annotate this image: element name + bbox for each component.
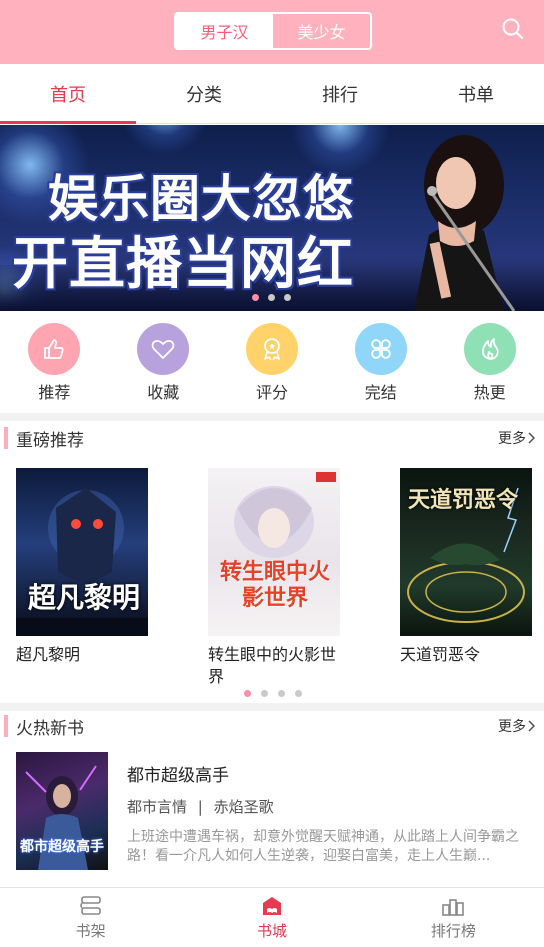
nav-bookstore[interactable]: 书城 [181,888,362,947]
book-cover: 天道罚恶令 [400,468,532,636]
singer-image [414,135,516,311]
nav-ranking[interactable]: 排行榜 [363,888,544,947]
clover-icon [354,323,407,375]
book-card[interactable]: 转生眼中火影世界 转生眼中的火影世界 [208,468,340,688]
book-card[interactable]: 超凡黎明 超凡黎明 [16,468,148,666]
bookstore-icon [262,896,281,915]
entry-label: 推荐 [38,383,71,402]
bottom-nav: 书架 书城 排行榜 [0,887,544,947]
featured-pager [244,690,302,697]
nav-bookshelf[interactable]: 书架 [0,888,181,947]
heart-icon [137,323,190,375]
cover-title: 天道罚恶令 [408,488,519,513]
banner-line-2: 开直播当网红 [12,232,354,297]
featured-section-header: 重磅推荐 更多 [0,421,544,455]
tab-ranking[interactable]: 排行 [272,64,408,123]
banner-dot-3[interactable] [284,294,291,301]
book-name: 超凡黎明 [16,645,81,664]
gender-segment: 男子汉 美少女 [174,12,372,50]
book-cover: 都市超级高手 [16,752,108,870]
tab-booklist[interactable]: 书单 [408,64,544,123]
thumbs-up-icon [28,323,81,375]
entry-finished[interactable]: 完结 [326,312,435,412]
segment-male[interactable]: 男子汉 [176,14,273,48]
chevron-right-icon [528,720,536,732]
book-name: 天道罚恶令 [400,645,481,664]
book-name: 转生眼中的火影世界 [208,645,337,686]
book-cover: 转生眼中火影世界 [208,468,340,636]
book-meta: 都市言情 | 赤焰圣歌 [127,796,274,817]
banner-dot-1[interactable] [252,294,259,301]
search-icon[interactable] [500,16,526,42]
book-cover: 超凡黎明 [16,468,148,636]
segment-female[interactable]: 美少女 [273,14,370,48]
hot-book-item[interactable]: 都市超级高手 都市超级高手 都市言情 | 赤焰圣歌 上班途中遭遇车祸，却意外觉醒… [0,752,544,882]
entry-label: 评分 [255,383,288,402]
book-author: 赤焰圣歌 [213,798,274,816]
hot-new-section-header: 火热新书 更多 [0,709,544,743]
section-title: 火热新书 [16,718,84,739]
chevron-right-icon [528,432,536,444]
banner-dot-2[interactable] [268,294,275,301]
top-header: 男子汉 美少女 [0,0,544,64]
quick-entries: 推荐 收藏 评分 完结 热更 [0,312,544,412]
entry-favorites[interactable]: 收藏 [109,312,218,412]
book-description: 上班途中遭遇车祸，却意外觉醒天赋神通，从此踏上人间争霸之路！看一介凡人如何人生逆… [127,829,519,864]
bookshelf-icon [79,895,101,915]
ranking-icon [442,898,465,916]
featured-dot-4[interactable] [295,690,302,697]
featured-books: 超凡黎明 超凡黎明 转生眼中火影世界 转生眼中的火影世界 天道罚恶令 天道罚恶令 [0,468,544,688]
cover-title: 都市超级高手 [20,839,104,855]
main-tabs: 首页 分类 排行 书单 [0,64,544,124]
banner-pager [252,294,291,301]
tab-category[interactable]: 分类 [136,64,272,123]
divider [0,413,544,421]
flame-icon [463,323,516,375]
book-card[interactable]: 天道罚恶令 天道罚恶令 [400,468,532,666]
entry-label: 收藏 [147,383,180,402]
featured-more-link[interactable]: 更多 [498,428,536,448]
promo-banner[interactable]: 娱乐圈大忽悠 开直播当网红 [0,125,544,311]
entry-recommend[interactable]: 推荐 [0,312,109,412]
book-category: 都市言情 [127,798,188,816]
featured-dot-1[interactable] [244,690,251,697]
entry-label: 完结 [364,383,397,402]
badge-icon [245,323,298,375]
section-title: 重磅推荐 [16,430,84,451]
tab-home[interactable]: 首页 [0,64,136,124]
featured-dot-3[interactable] [278,690,285,697]
cover-title: 转生眼中火影世界 [219,560,330,611]
cover-title: 超凡黎明 [28,581,141,614]
book-name: 都市超级高手 [127,766,229,786]
meta-separator: | [197,798,203,816]
hot-new-more-link[interactable]: 更多 [498,716,536,736]
featured-dot-2[interactable] [261,690,268,697]
entry-label: 热更 [473,383,506,402]
entry-rating[interactable]: 评分 [218,312,327,412]
entry-hot-update[interactable]: 热更 [435,312,544,412]
